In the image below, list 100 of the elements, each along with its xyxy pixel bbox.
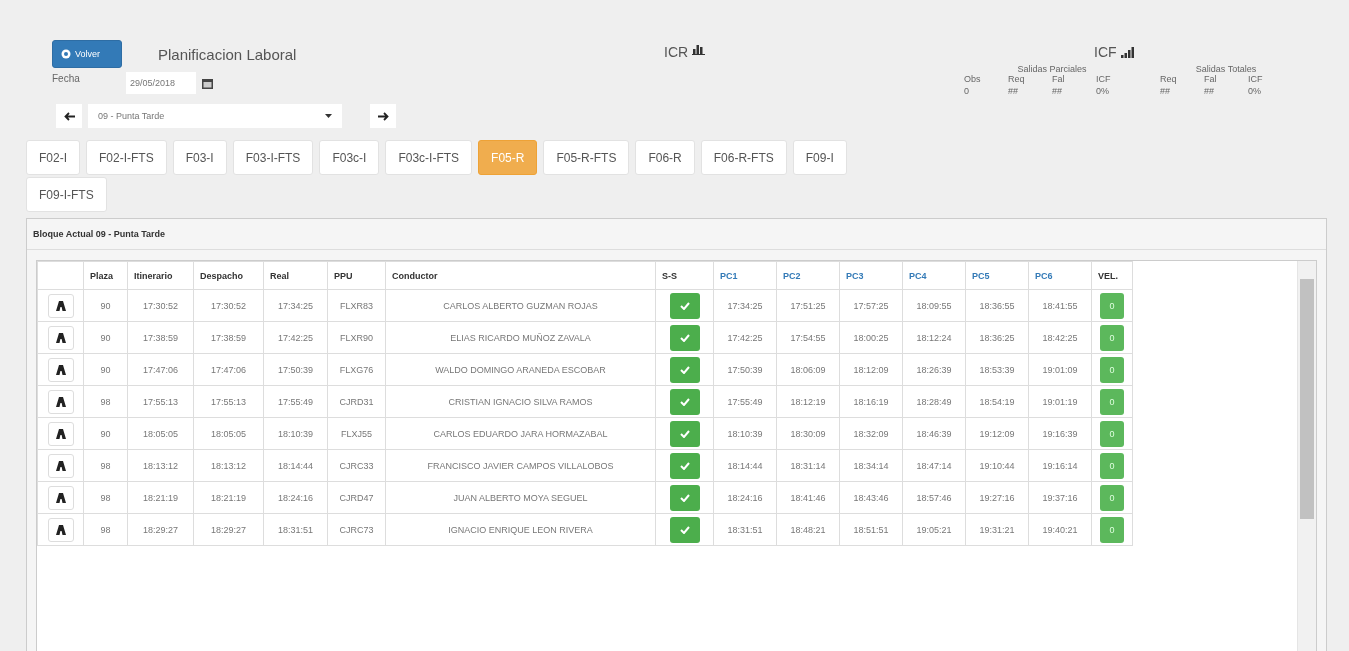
- check-icon: [679, 461, 690, 470]
- table-cell: 17:42:25: [713, 321, 777, 354]
- table-cell: 98: [83, 481, 128, 514]
- road-button[interactable]: [47, 389, 74, 414]
- table-cell: 90: [83, 417, 128, 450]
- table-cell: 17:47:06: [127, 353, 194, 386]
- table-cell: 18:46:39: [902, 417, 966, 450]
- check-button[interactable]: [669, 484, 700, 511]
- road-button[interactable]: [47, 485, 74, 510]
- check-button[interactable]: [669, 516, 700, 543]
- check-button[interactable]: [669, 292, 700, 319]
- check-icon: [679, 525, 690, 534]
- check-button[interactable]: [669, 420, 700, 447]
- column-header[interactable]: PC5: [965, 261, 1029, 290]
- stat-label: Obs: [964, 74, 982, 84]
- road-icon: [55, 524, 66, 535]
- stat-value: ##: [1204, 86, 1215, 96]
- table-cell: 18:31:51: [263, 513, 328, 546]
- icr-title: ICR: [664, 44, 689, 60]
- previous-button[interactable]: [56, 104, 82, 128]
- group-title: Salidas Totales: [1195, 64, 1257, 74]
- table-cell: CJRD47: [327, 481, 386, 514]
- date-field[interactable]: 29/05/2018: [126, 72, 196, 94]
- table-cell: 18:05:05: [127, 417, 194, 450]
- table-cell: 18:21:19: [127, 481, 194, 514]
- table-cell: 18:09:55: [902, 289, 966, 322]
- table-cell: ELIAS RICARDO MUÑOZ ZAVALA: [385, 321, 656, 354]
- table-cell: 18:05:05: [193, 417, 264, 450]
- table-cell: 18:10:39: [713, 417, 777, 450]
- caret-icon: [325, 114, 332, 118]
- table-cell: 18:47:14: [902, 449, 966, 482]
- tab[interactable]: F03c-I: [319, 140, 380, 175]
- table-cell: 18:54:19: [965, 385, 1029, 418]
- tab[interactable]: F06-R-FTS: [700, 140, 787, 175]
- back-button[interactable]: Volver: [52, 40, 122, 68]
- road-icon: [55, 332, 66, 343]
- stat-value: 0%: [1248, 86, 1262, 96]
- table-cell: 18:06:09: [776, 353, 840, 386]
- table-cell: 18:21:19: [193, 481, 264, 514]
- tab[interactable]: F09-I-FTS: [26, 177, 107, 212]
- table-cell: 17:42:25: [263, 321, 328, 354]
- road-button[interactable]: [47, 357, 74, 382]
- tab[interactable]: F02-I: [26, 140, 80, 175]
- check-icon: [679, 429, 690, 438]
- table-cell: 17:38:59: [193, 321, 264, 354]
- column-header[interactable]: PC2: [776, 261, 840, 290]
- tab[interactable]: F06-R: [635, 140, 695, 175]
- table-cell: 18:31:51: [713, 513, 777, 546]
- stat-value: 0%: [1096, 86, 1110, 96]
- table-cell: 17:55:49: [263, 385, 328, 418]
- block-select[interactable]: 09 - Punta Tarde: [88, 104, 342, 128]
- tab[interactable]: F03c-I-FTS: [385, 140, 473, 175]
- next-button[interactable]: [370, 104, 396, 128]
- table-cell: 17:57:25: [839, 289, 903, 322]
- signal-bars-icon: [1120, 46, 1134, 58]
- table-cell: 18:32:09: [839, 417, 903, 450]
- table-cell: 18:12:19: [776, 385, 840, 418]
- road-button[interactable]: [47, 517, 74, 542]
- road-button[interactable]: [47, 453, 74, 478]
- column-header: Real: [263, 261, 328, 290]
- table-cell: 18:36:55: [965, 289, 1029, 322]
- panel-title: Bloque Actual 09 - Punta Tarde: [33, 229, 166, 239]
- check-button[interactable]: [669, 388, 700, 415]
- road-button[interactable]: [47, 293, 74, 318]
- tab[interactable]: F03-I-FTS: [232, 140, 314, 175]
- table-cell: CJRD31: [327, 385, 386, 418]
- table-cell: CJRC73: [327, 513, 386, 546]
- column-header: VEL.: [1091, 261, 1133, 290]
- tab[interactable]: F03-I: [172, 140, 227, 175]
- tab[interactable]: F09-I: [792, 140, 847, 175]
- table-cell: 18:24:16: [713, 481, 777, 514]
- table-cell: 17:55:13: [193, 385, 264, 418]
- table-cell: FLXJ55: [327, 417, 386, 450]
- column-header: Plaza: [83, 261, 128, 290]
- table-cell: 19:16:14: [1028, 449, 1092, 482]
- column-header[interactable]: PC6: [1028, 261, 1092, 290]
- check-icon: [679, 333, 690, 342]
- check-button[interactable]: [669, 356, 700, 383]
- check-button[interactable]: [669, 324, 700, 351]
- table-cell: 18:12:09: [839, 353, 903, 386]
- table-cell: 18:28:49: [902, 385, 966, 418]
- table-cell: IGNACIO ENRIQUE LEON RIVERA: [385, 513, 656, 546]
- road-button[interactable]: [47, 421, 74, 446]
- circle-icon: [61, 49, 71, 59]
- column-header[interactable]: PC4: [902, 261, 966, 290]
- table-cell: CRISTIAN IGNACIO SILVA RAMOS: [385, 385, 656, 418]
- stat-value: ##: [1052, 86, 1063, 96]
- scrollbar-thumb[interactable]: [1300, 279, 1314, 519]
- scrollbar[interactable]: [1297, 261, 1316, 651]
- table-cell: 18:12:24: [902, 321, 966, 354]
- road-button[interactable]: [47, 325, 74, 350]
- column-header[interactable]: PC1: [713, 261, 777, 290]
- table-cell: 18:14:44: [713, 449, 777, 482]
- tab[interactable]: F05-R-FTS: [543, 140, 630, 175]
- calendar-icon[interactable]: [202, 77, 213, 89]
- table-cell: 18:14:44: [263, 449, 328, 482]
- column-header: Itinerario: [127, 261, 194, 290]
- tab[interactable]: F02-I-FTS: [86, 140, 167, 175]
- column-header[interactable]: PC3: [839, 261, 903, 290]
- check-button[interactable]: [669, 452, 700, 479]
